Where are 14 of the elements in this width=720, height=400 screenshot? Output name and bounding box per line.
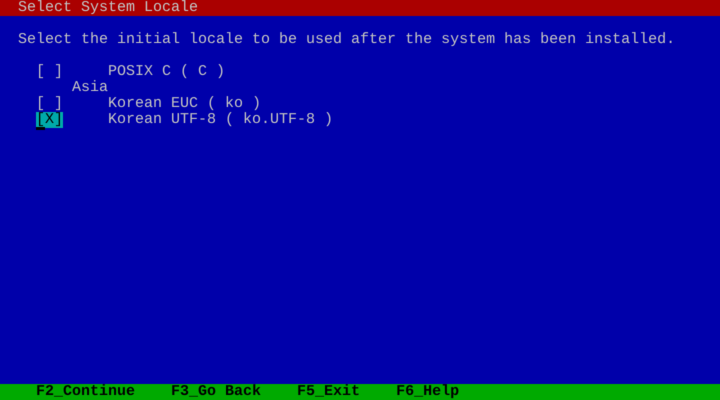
function-key[interactable]: F5_Exit: [297, 384, 360, 400]
locale-option[interactable]: Korean UTF-8 ( ko.UTF-8 ): [108, 112, 334, 128]
function-key[interactable]: F2_Continue: [36, 384, 136, 400]
checkbox[interactable]: [X]: [36, 112, 63, 128]
function-key[interactable]: F6_Help: [396, 384, 460, 400]
checkbox[interactable]: [ ]: [36, 96, 63, 112]
instruction-text: Select the initial locale to be used after the system has been installed.: [17, 32, 676, 48]
text-cursor: [36, 127, 45, 130]
locale-option[interactable]: Korean EUC ( ko ): [108, 96, 262, 112]
checkbox[interactable]: [ ]: [36, 64, 63, 80]
function-key[interactable]: F3_Go Back: [171, 384, 262, 400]
locale-option[interactable]: POSIX C ( C ): [108, 64, 226, 80]
window-title: Select System Locale: [0, 0, 720, 16]
group-heading: Asia: [72, 80, 108, 96]
